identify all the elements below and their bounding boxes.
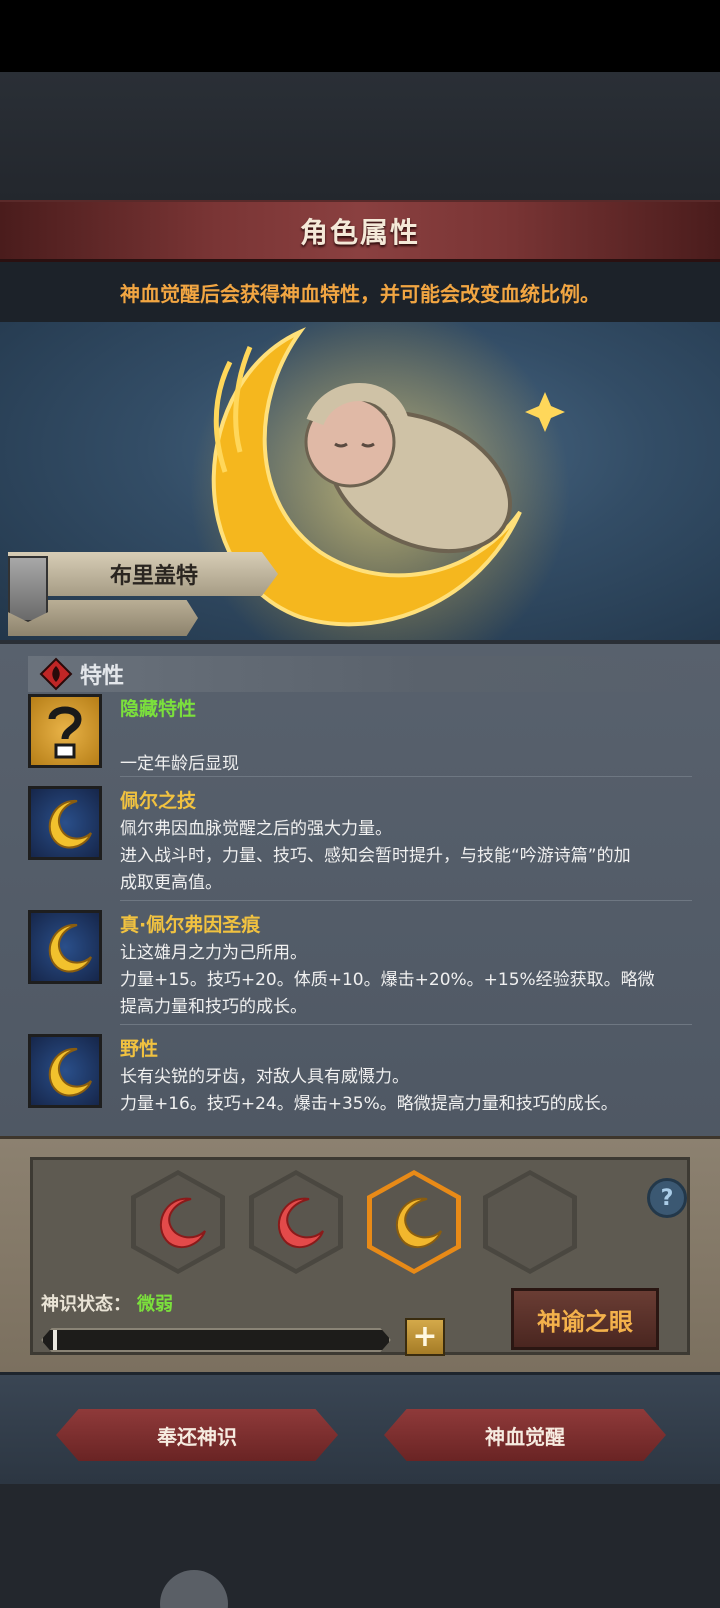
- action-bar: 奉还神识 神血觉醒: [0, 1372, 720, 1484]
- name-banner: 布里盖特: [8, 552, 278, 596]
- traits-panel: 特性 隐藏特性 一定年龄后显现 佩尔之技 佩尔弗因血脉觉醒之后的强大力量。 进入…: [0, 640, 720, 1136]
- trait-description: 长有尖锐的牙齿，对敌人具有威慑力。 力量+16。技巧+24。爆击+35%。略微提…: [120, 1064, 690, 1118]
- dimmed-background: [0, 72, 720, 200]
- trait-desc-line: 成取更高值。: [120, 873, 222, 893]
- awakening-slot[interactable]: [249, 1170, 343, 1274]
- trait-description: 一定年龄后显现: [120, 724, 690, 778]
- subtitle-bar: 神血觉醒后会获得神血特性，并可能会改变血统比例。: [0, 262, 720, 322]
- add-button[interactable]: +: [405, 1318, 445, 1356]
- trait-name: 佩尔之技: [120, 790, 197, 812]
- status-bar: [0, 0, 720, 72]
- trait-desc-line: 让这雄月之力为己所用。: [120, 943, 307, 963]
- crescent-moon-icon: [28, 1034, 102, 1108]
- trait-desc-line: 一定年龄后显现: [120, 754, 239, 774]
- trait-description: 佩尔弗因血脉觉醒之后的强大力量。 进入战斗时，力量、技巧、感知会暂时提升，与技能…: [120, 816, 690, 897]
- crescent-moon-icon: [28, 786, 102, 860]
- trait-emblem-icon: [36, 654, 76, 694]
- trait-desc-line: 提高力量和技巧的成长。: [120, 997, 307, 1017]
- trait-desc-line: 长有尖锐的牙齿，对敌人具有威慑力。: [120, 1067, 409, 1087]
- awakening-box: ? 神识状态： 微弱 + 神谕之眼: [30, 1157, 690, 1356]
- traits-title: 特性: [80, 664, 125, 689]
- panel-header: 角色属性: [0, 200, 720, 262]
- question-icon: [28, 694, 102, 768]
- trait-desc-line: 佩尔弗因血脉觉醒之后的强大力量。: [120, 819, 392, 839]
- divider: [120, 776, 692, 777]
- awakening-slot-selected[interactable]: [367, 1170, 461, 1274]
- page-title: 角色属性: [299, 215, 420, 249]
- divider: [120, 900, 692, 901]
- crescent-moon-icon: [28, 910, 102, 984]
- subtitle-text: 神血觉醒后会获得神血特性，并可能会改变血统比例。: [120, 281, 600, 306]
- oracle-eye-button[interactable]: 神谕之眼: [511, 1288, 659, 1350]
- status-label: 神识状态：: [41, 1294, 131, 1315]
- trait-description: 让这雄月之力为己所用。 力量+15。技巧+20。体质+10。爆击+20%。+15…: [120, 940, 690, 1021]
- red-crescent-icon: [159, 1197, 206, 1249]
- progress-fill: [53, 1330, 57, 1350]
- return-divine-button[interactable]: 奉还神识: [56, 1409, 338, 1461]
- trait-name: 真·佩尔弗因圣痕: [120, 914, 261, 936]
- blood-awaken-button[interactable]: 神血觉醒: [384, 1409, 666, 1461]
- red-crescent-icon: [277, 1197, 324, 1249]
- trait-desc-line: [120, 724, 690, 751]
- character-name: 布里盖特: [110, 564, 199, 589]
- rank-flag-icon: [8, 556, 48, 622]
- awakening-panel: ? 神识状态： 微弱 + 神谕之眼: [0, 1136, 720, 1372]
- awakening-slot[interactable]: [131, 1170, 225, 1274]
- divine-status: 神识状态： 微弱: [41, 1290, 173, 1316]
- trait-name: 野性: [120, 1038, 159, 1060]
- dimmed-background-bottom: [0, 1484, 720, 1608]
- help-button[interactable]: ?: [647, 1178, 687, 1218]
- trait-name: 隐藏特性: [120, 698, 197, 720]
- status-value: 微弱: [137, 1294, 173, 1315]
- trait-desc-line: 进入战斗时，力量、技巧、感知会暂时提升，与技能“吟游诗篇”的加: [120, 846, 631, 866]
- trait-desc-line: 力量+16。技巧+24。爆击+35%。略微提高力量和技巧的成长。: [120, 1094, 618, 1114]
- divine-progress-bar: [41, 1328, 391, 1352]
- traits-header: 特性: [28, 656, 692, 692]
- awakening-slot-empty[interactable]: [483, 1170, 577, 1274]
- divider: [120, 1024, 692, 1025]
- trait-desc-line: 力量+15。技巧+20。体质+10。爆击+20%。+15%经验获取。略微: [120, 970, 655, 990]
- gold-crescent-icon: [395, 1197, 442, 1249]
